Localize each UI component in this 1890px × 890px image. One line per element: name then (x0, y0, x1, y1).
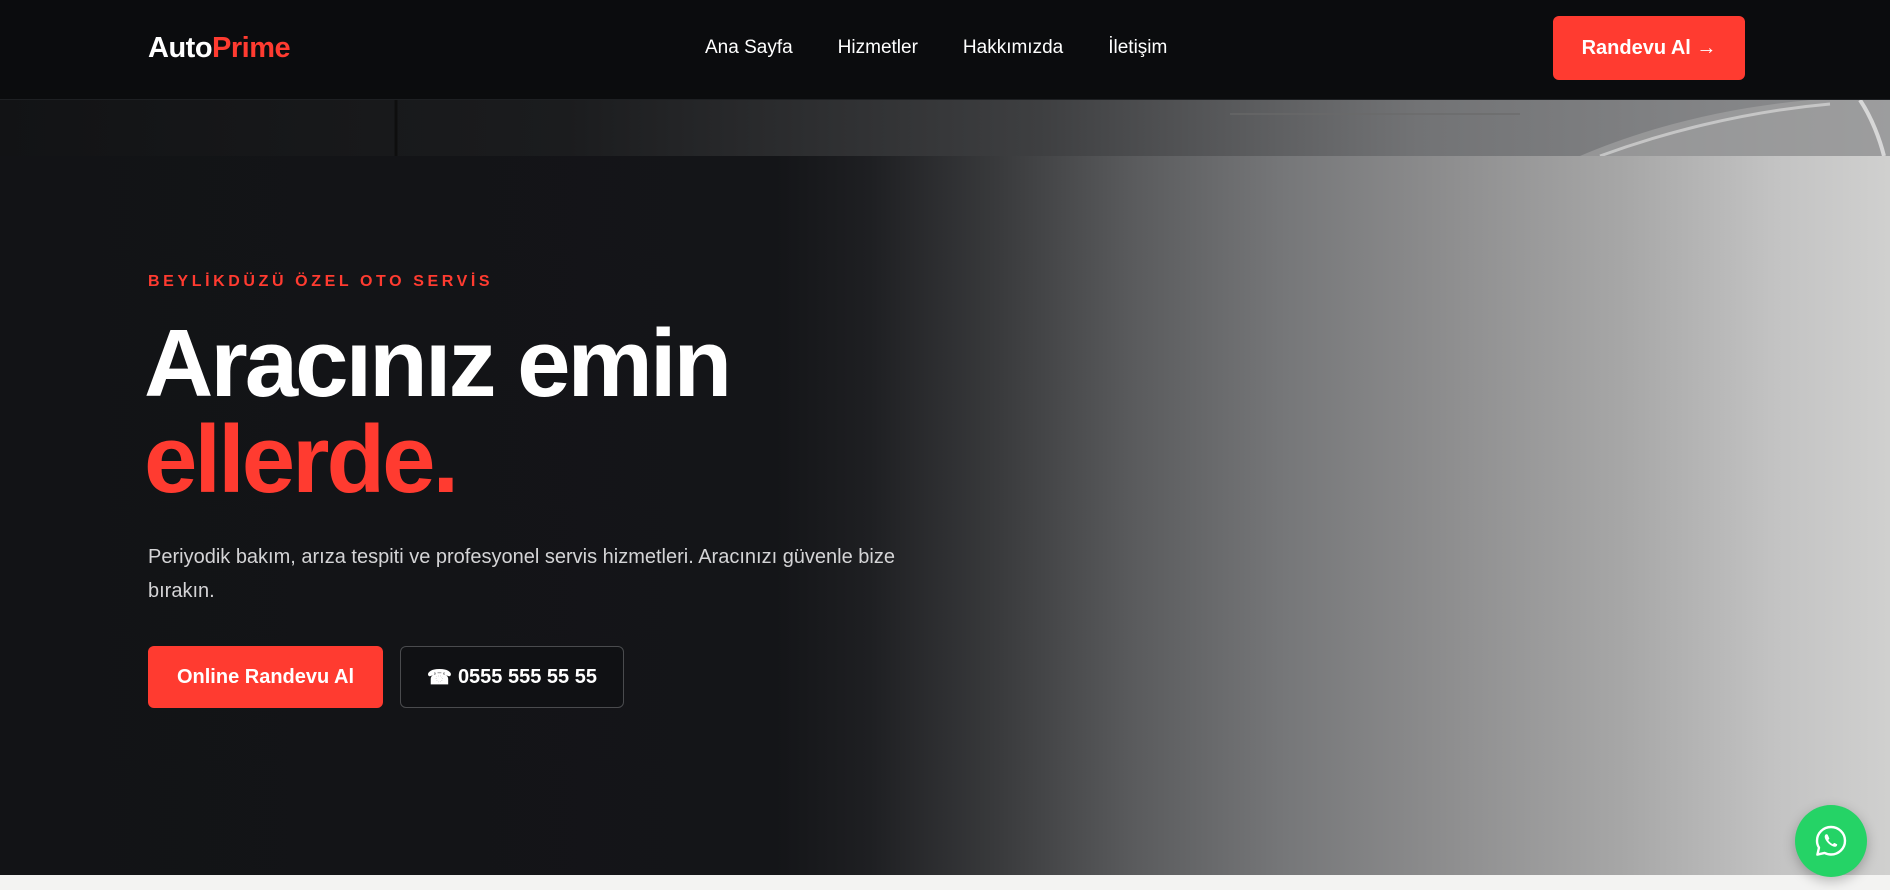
appointment-button[interactable]: Randevu Al → (1553, 16, 1745, 80)
main-nav: Ana Sayfa Hizmetler Hakkımızda İletişim (705, 36, 1167, 60)
hero-eyebrow: BEYLİKDÜZÜ ÖZEL OTO SERVİS (148, 273, 494, 290)
hero-headline-line1: Aracınız emin (144, 310, 732, 417)
hero-headline: Aracınız emin ellerde. (144, 310, 732, 513)
site-header: AutoPrime Ana Sayfa Hizmetler Hakkımızda… (0, 0, 1890, 100)
nav-link-iletisim[interactable]: İletişim (1108, 36, 1167, 60)
logo[interactable]: AutoPrime (148, 30, 291, 66)
hero-description: Periyodik bakım, arıza tespiti ve profes… (148, 546, 895, 602)
nav-link-hizmetler[interactable]: Hizmetler (838, 36, 918, 60)
hero-section: BEYLİKDÜZÜ ÖZEL OTO SERVİS Aracınız emin… (0, 156, 1890, 875)
whatsapp-icon (1815, 825, 1847, 856)
hero-headline-line2: ellerde. (144, 406, 459, 513)
nav-link-ana-sayfa[interactable]: Ana Sayfa (705, 36, 793, 60)
online-appointment-button[interactable]: Online Randevu Al (148, 646, 383, 708)
hero-background-photo (0, 100, 1890, 156)
phone-number: 0555 555 55 55 (457, 665, 597, 688)
phone-icon: ☎ (427, 666, 452, 689)
next-section-edge (0, 875, 1890, 890)
car-silhouette-image (394, 100, 1890, 156)
whatsapp-button[interactable] (1795, 805, 1867, 877)
logo-text-auto: Auto (148, 32, 213, 64)
logo-text-prime: Prime (212, 32, 291, 64)
nav-link-hakkimizda[interactable]: Hakkımızda (963, 36, 1063, 60)
call-phone-button[interactable]: ☎ 0555 555 55 55 (400, 646, 624, 708)
